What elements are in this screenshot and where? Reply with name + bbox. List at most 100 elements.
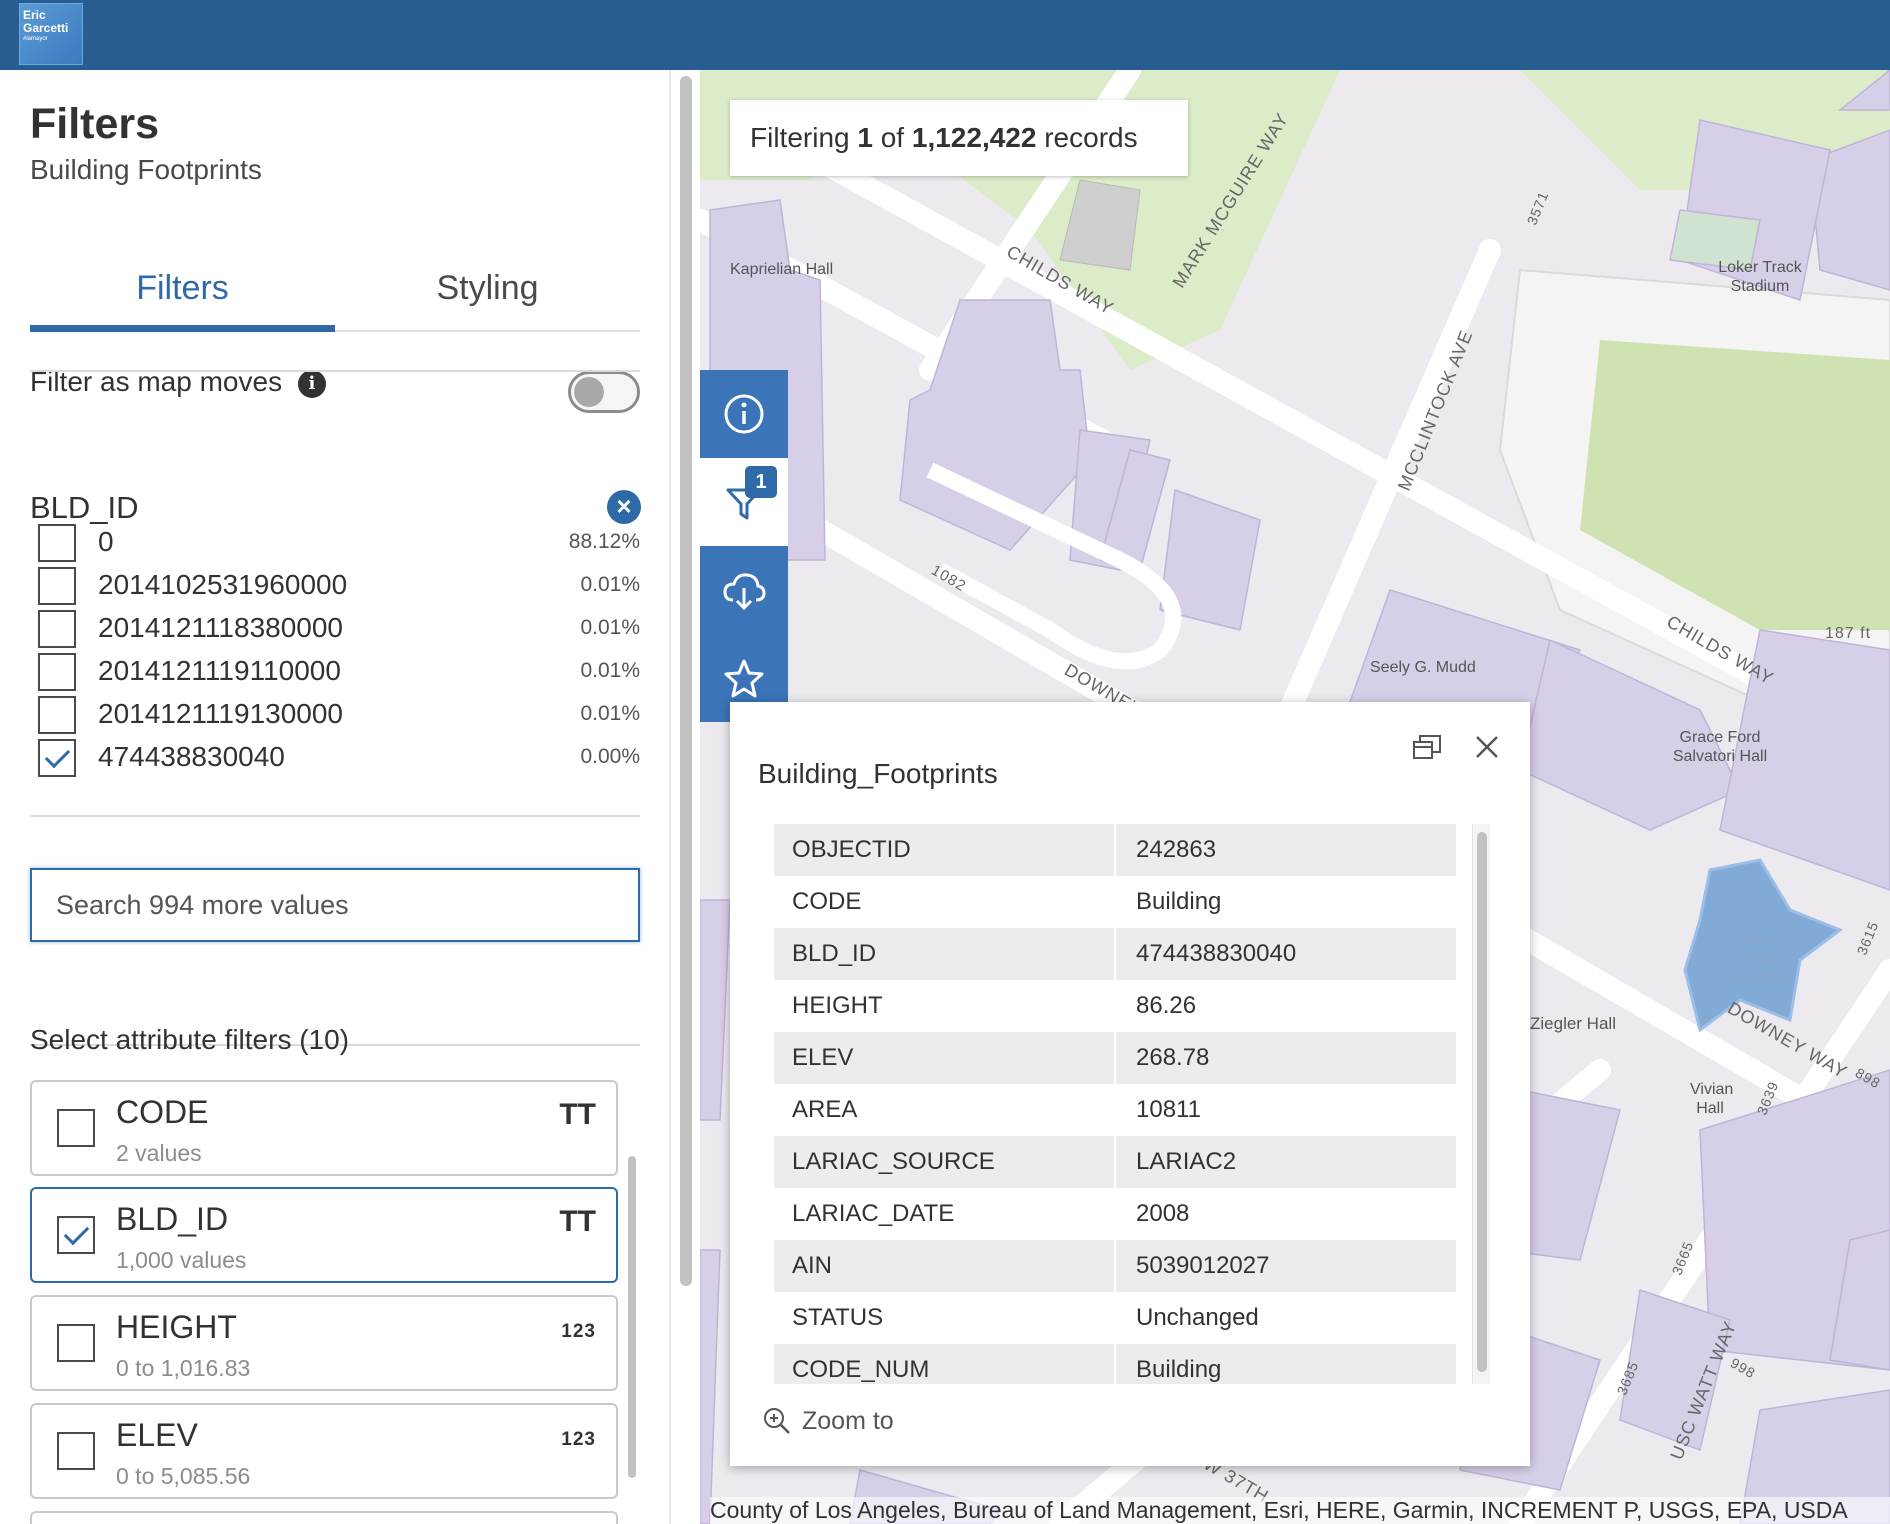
table-value: Building	[1136, 1356, 1222, 1383]
table-value: 268.78	[1136, 1044, 1210, 1071]
elevation-187: 187 ft	[1825, 625, 1872, 642]
attribute-filter-card[interactable]: HEIGHT 0 to 1,016.83 123	[30, 1295, 618, 1391]
filter-status-badge: Filtering 1 of 1,122,422 records	[730, 100, 1188, 176]
filter-status-suffix: records	[1044, 122, 1138, 153]
attribute-table: OBJECTID 242863 CODE Building BLD_ID 474438…	[774, 824, 1456, 1384]
value-option[interactable]: 2014121119130000 0.01%	[38, 692, 640, 736]
value-option[interactable]: 0 88.12%	[38, 520, 640, 564]
tab-styling[interactable]: Styling	[335, 240, 640, 332]
filter-as-map-moves-toggle[interactable]	[568, 371, 640, 413]
panel-subtitle: Building Footprints	[30, 154, 262, 185]
table-row: OBJECTID 242863	[774, 824, 1456, 876]
search-more-values-input[interactable]: Search 994 more values	[30, 868, 640, 942]
table-value: 86.26	[1136, 992, 1197, 1019]
attribute-checkbox[interactable]	[57, 1216, 95, 1254]
attribute-filter-card[interactable]: ELEV 0 to 5,085.56 123	[30, 1403, 618, 1499]
value-option[interactable]: 2014121118380000 0.01%	[38, 606, 640, 650]
info-icon	[724, 394, 764, 434]
attribute-checkbox[interactable]	[57, 1324, 95, 1362]
filter-status-total: 1,122,422	[911, 122, 1037, 153]
text-type-icon: TT	[559, 1205, 596, 1238]
value-checkbox[interactable]	[38, 567, 76, 605]
table-row: HEIGHT 86.26	[774, 980, 1456, 1032]
table-key: LARIAC_DATE	[792, 1200, 955, 1227]
value-checkbox[interactable]	[38, 524, 76, 562]
value-option[interactable]: 2014102531960000 0.01%	[38, 563, 640, 607]
filter-panel: Filters Building Footprints Filters Styl…	[0, 70, 670, 1524]
table-value: Building	[1136, 888, 1222, 915]
value-percent: 0.00%	[580, 745, 640, 768]
dock-button[interactable]	[1410, 730, 1444, 764]
map-label-neuro: Hedco Neuro Sciences	[1727, 931, 1793, 986]
attribute-checkbox[interactable]	[57, 1432, 95, 1470]
value-checkbox[interactable]	[38, 739, 76, 777]
zoom-in-icon	[764, 1408, 790, 1434]
value-percent: 0.01%	[580, 659, 640, 682]
attribute-name: ELEV	[116, 1417, 198, 1453]
attribute-name: HEIGHT	[116, 1309, 237, 1345]
value-label: 474438830040	[98, 741, 285, 772]
app-logo[interactable]: Eric Garcetti #lamayor	[19, 3, 83, 65]
zoom-to-button[interactable]: Zoom to	[762, 1406, 894, 1436]
table-key: CODE	[792, 888, 862, 915]
attribute-filter-card[interactable]	[30, 1511, 618, 1524]
filter-button[interactable]: 1	[700, 458, 788, 546]
map-label-grace: Grace Ford Salvatori Hall	[1672, 729, 1768, 765]
value-percent: 88.12%	[568, 530, 640, 553]
table-value: 474438830040	[1136, 940, 1297, 967]
text-type-icon: TT	[559, 1098, 596, 1131]
top-bar: Eric Garcetti #lamayor	[0, 0, 1890, 70]
value-percent: 0.01%	[580, 616, 640, 639]
attribute-name: CODE	[116, 1094, 209, 1130]
attribute-detail: 0 to 1,016.83	[116, 1355, 251, 1381]
attribute-list-scrollbar[interactable]	[628, 1156, 636, 1478]
table-row: BLD_ID 474438830040	[774, 928, 1456, 980]
table-value: 5039012027	[1136, 1252, 1270, 1279]
value-option[interactable]: 2014121119110000 0.01%	[38, 649, 640, 693]
filter-status-count: 1	[857, 122, 873, 153]
value-checkbox[interactable]	[38, 610, 76, 648]
info-icon[interactable]: i	[297, 369, 326, 398]
table-key: STATUS	[792, 1304, 884, 1331]
map-label-seely: Seely G. Mudd	[1370, 659, 1476, 676]
star-icon	[724, 659, 764, 698]
clear-filter-button[interactable]: ×	[607, 490, 641, 524]
number-type-icon: 123	[561, 1321, 596, 1342]
table-key: ELEV	[792, 1044, 854, 1071]
table-key: CODE_NUM	[792, 1356, 930, 1383]
table-key: BLD_ID	[792, 940, 877, 967]
dock-icon	[1413, 735, 1441, 759]
zoom-to-label: Zoom to	[802, 1406, 894, 1435]
info-button[interactable]	[700, 370, 788, 458]
value-checkbox[interactable]	[38, 653, 76, 691]
value-percent: 0.01%	[580, 702, 640, 725]
table-value: 242863	[1136, 836, 1217, 863]
table-value: LARIAC2	[1136, 1148, 1237, 1175]
value-label: 2014121118380000	[98, 612, 343, 643]
tab-filters[interactable]: Filters	[30, 240, 335, 332]
table-value: Unchanged	[1136, 1304, 1259, 1331]
download-button[interactable]	[700, 546, 788, 634]
attribute-detail: 1,000 values	[116, 1247, 247, 1273]
panel-tabs: Filters Styling	[30, 240, 640, 332]
logo-line-3: #lamayor	[23, 36, 48, 42]
table-row: CODE_NUM Building	[774, 1344, 1456, 1384]
panel-scrollbar[interactable]	[680, 76, 692, 1286]
table-key: AIN	[792, 1252, 833, 1279]
filter-status-prefix: Filtering	[750, 122, 850, 153]
table-row: LARIAC_DATE 2008	[774, 1188, 1456, 1240]
attribute-filter-card[interactable]: BLD_ID 1,000 values TT	[30, 1187, 618, 1283]
attribute-filter-card[interactable]: CODE 2 values TT	[30, 1080, 618, 1176]
popup-scrollbar[interactable]	[1477, 832, 1487, 1372]
table-row: STATUS Unchanged	[774, 1292, 1456, 1344]
attribute-filters-title: Select attribute filters (10)	[30, 1024, 350, 1055]
map-label-ziegler: Ziegler Hall	[1530, 1014, 1616, 1033]
table-row: AIN 5039012027	[774, 1240, 1456, 1292]
value-checkbox[interactable]	[38, 696, 76, 734]
cloud-download-icon	[723, 573, 766, 611]
table-row: AREA 10811	[774, 1084, 1456, 1136]
close-button[interactable]	[1470, 730, 1504, 764]
table-value: 10811	[1136, 1096, 1201, 1123]
attribute-checkbox[interactable]	[57, 1109, 95, 1147]
value-option[interactable]: 474438830040 0.00%	[38, 735, 640, 779]
